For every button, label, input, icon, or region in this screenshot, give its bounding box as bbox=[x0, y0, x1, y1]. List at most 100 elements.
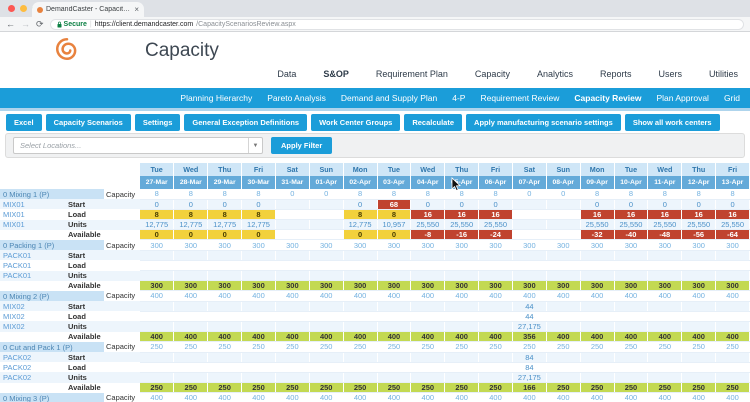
grid-cell[interactable]: 16 bbox=[647, 209, 683, 221]
settings-button[interactable]: Settings bbox=[134, 114, 181, 131]
grid-cell[interactable]: 300 bbox=[241, 239, 276, 251]
grid-cell[interactable] bbox=[241, 352, 276, 363]
work-center-group-link[interactable]: 0 Cut and Pack 1 (P) bbox=[0, 341, 104, 352]
grid-cell[interactable] bbox=[309, 352, 344, 363]
grid-cell[interactable] bbox=[309, 321, 344, 333]
grid-cell[interactable]: 300 bbox=[715, 280, 750, 292]
grid-cell[interactable]: 300 bbox=[478, 239, 513, 251]
grid-cell[interactable]: 250 bbox=[241, 382, 276, 394]
grid-cell[interactable] bbox=[512, 209, 547, 221]
top-nav-item-analytics[interactable]: Analytics bbox=[537, 69, 573, 79]
grid-cell[interactable]: 400 bbox=[715, 290, 750, 302]
grid-cell[interactable]: 300 bbox=[580, 239, 615, 251]
recalculate-button[interactable]: Recalculate bbox=[404, 114, 463, 131]
grid-cell[interactable]: 8 bbox=[444, 189, 480, 200]
grid-cell[interactable] bbox=[309, 199, 344, 210]
grid-cell[interactable]: 300 bbox=[275, 280, 310, 292]
grid-cell[interactable] bbox=[207, 301, 243, 312]
grid-cell[interactable] bbox=[309, 250, 344, 261]
grid-cell[interactable] bbox=[512, 270, 547, 282]
grid-cell[interactable]: 250 bbox=[546, 341, 581, 353]
grid-cell[interactable] bbox=[614, 311, 649, 322]
grid-cell[interactable]: 300 bbox=[140, 239, 175, 251]
grid-cell[interactable] bbox=[275, 229, 310, 241]
grid-cell[interactable]: 400 bbox=[715, 331, 750, 343]
grid-cell[interactable]: 25,550 bbox=[681, 219, 717, 231]
back-icon[interactable]: ← bbox=[6, 19, 15, 29]
grid-cell[interactable] bbox=[173, 372, 209, 384]
grid-cell[interactable]: 400 bbox=[275, 331, 310, 343]
grid-cell[interactable] bbox=[614, 301, 649, 312]
grid-cell[interactable]: 8 bbox=[140, 189, 175, 200]
grid-cell[interactable] bbox=[207, 352, 243, 363]
grid-cell[interactable] bbox=[377, 311, 412, 322]
grid-cell[interactable] bbox=[140, 270, 175, 282]
top-nav-item-data[interactable]: Data bbox=[277, 69, 296, 79]
work-center-code-link[interactable]: PACK01 bbox=[0, 260, 66, 270]
grid-cell[interactable] bbox=[647, 301, 683, 312]
grid-cell[interactable]: 400 bbox=[614, 331, 649, 343]
grid-cell[interactable] bbox=[275, 270, 310, 282]
sub-nav-item-planning-hierarchy[interactable]: Planning Hierarchy bbox=[180, 93, 252, 103]
top-nav-item-reports[interactable]: Reports bbox=[600, 69, 632, 79]
grid-cell[interactable]: 300 bbox=[647, 239, 683, 251]
grid-cell[interactable]: 400 bbox=[207, 331, 243, 343]
grid-cell[interactable] bbox=[241, 250, 276, 261]
grid-cell[interactable]: 250 bbox=[681, 341, 717, 353]
grid-cell[interactable] bbox=[241, 301, 276, 312]
work-center-code-link[interactable]: PACK01 bbox=[0, 250, 66, 260]
grid-cell[interactable] bbox=[512, 250, 547, 261]
grid-cell[interactable] bbox=[444, 352, 480, 363]
grid-cell[interactable]: 16 bbox=[681, 209, 717, 221]
grid-cell[interactable] bbox=[377, 260, 412, 272]
grid-cell[interactable]: 250 bbox=[309, 341, 344, 353]
grid-cell[interactable] bbox=[715, 311, 750, 322]
grid-cell[interactable]: 250 bbox=[444, 341, 480, 353]
close-window-button[interactable] bbox=[8, 5, 15, 12]
work-center-code-link[interactable]: MIX01 bbox=[0, 199, 66, 209]
grid-cell[interactable]: 400 bbox=[377, 392, 412, 402]
grid-cell[interactable]: 300 bbox=[377, 239, 412, 251]
grid-cell[interactable] bbox=[343, 260, 378, 272]
grid-cell[interactable] bbox=[140, 372, 175, 384]
grid-cell[interactable] bbox=[681, 270, 717, 282]
grid-cell[interactable]: 400 bbox=[410, 331, 446, 343]
grid-cell[interactable]: 8 bbox=[478, 189, 513, 200]
grid-cell[interactable] bbox=[410, 301, 446, 312]
grid-cell[interactable]: 25,550 bbox=[647, 219, 683, 231]
grid-cell[interactable]: 250 bbox=[377, 382, 412, 394]
grid-cell[interactable] bbox=[410, 362, 446, 373]
grid-cell[interactable]: 400 bbox=[207, 392, 243, 402]
grid-cell[interactable] bbox=[207, 260, 243, 272]
grid-cell[interactable]: 300 bbox=[343, 239, 378, 251]
grid-cell[interactable]: 0 bbox=[715, 199, 750, 210]
grid-cell[interactable]: 8 bbox=[614, 189, 649, 200]
work-center-code-link[interactable]: MIX02 bbox=[0, 321, 66, 331]
grid-cell[interactable] bbox=[377, 362, 412, 373]
grid-cell[interactable] bbox=[275, 352, 310, 363]
grid-cell[interactable] bbox=[512, 219, 547, 231]
grid-cell[interactable]: 400 bbox=[681, 331, 717, 343]
grid-cell[interactable] bbox=[715, 362, 750, 373]
grid-cell[interactable] bbox=[580, 270, 615, 282]
work-center-code-link[interactable]: MIX01 bbox=[0, 209, 66, 219]
work-center-code-link[interactable]: MIX02 bbox=[0, 311, 66, 321]
grid-cell[interactable] bbox=[580, 301, 615, 312]
grid-cell[interactable]: 10,957 bbox=[377, 219, 412, 231]
grid-cell[interactable] bbox=[478, 352, 513, 363]
grid-cell[interactable]: 0 bbox=[241, 199, 276, 210]
grid-cell[interactable] bbox=[444, 321, 480, 333]
grid-cell[interactable]: -32 bbox=[580, 229, 615, 241]
grid-cell[interactable] bbox=[681, 250, 717, 261]
grid-cell[interactable]: 250 bbox=[614, 341, 649, 353]
address-bar[interactable]: Secure | https://client.demandcaster.com… bbox=[49, 18, 744, 30]
grid-cell[interactable] bbox=[377, 250, 412, 261]
sub-nav-item-grid[interactable]: Grid bbox=[724, 93, 740, 103]
grid-cell[interactable]: 0 bbox=[140, 229, 175, 241]
grid-cell[interactable] bbox=[241, 260, 276, 272]
grid-cell[interactable] bbox=[580, 311, 615, 322]
grid-cell[interactable] bbox=[478, 372, 513, 384]
grid-cell[interactable] bbox=[343, 250, 378, 261]
work-center-code-link[interactable]: PACK02 bbox=[0, 372, 66, 382]
grid-cell[interactable]: 400 bbox=[140, 331, 175, 343]
